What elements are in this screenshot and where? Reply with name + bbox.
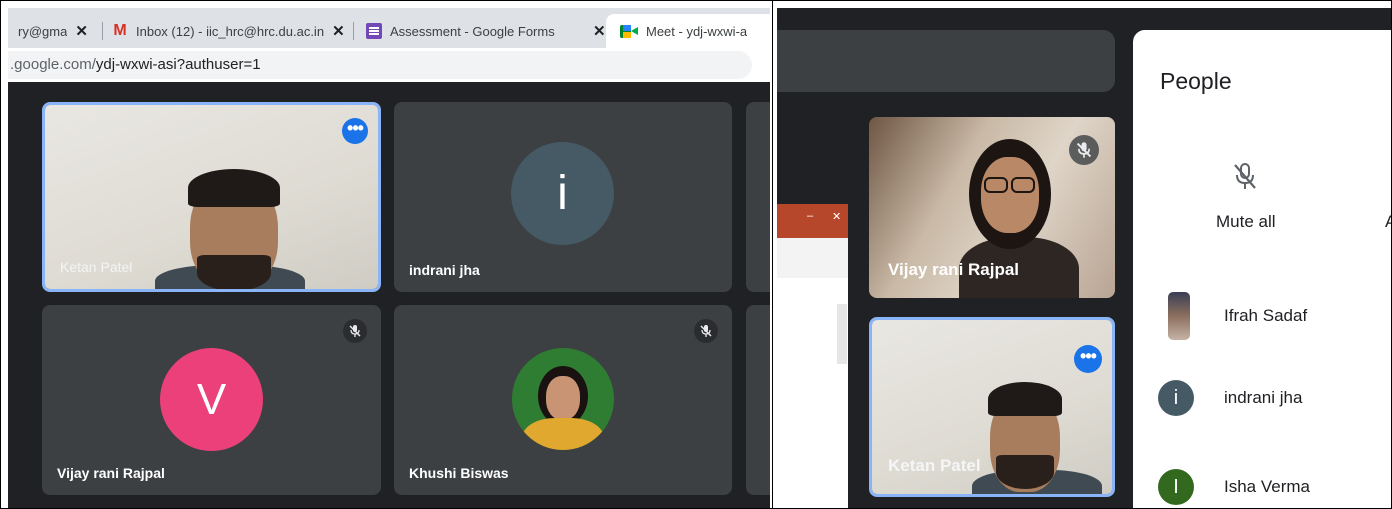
profile-photo-avatar xyxy=(512,348,614,450)
tab-separator xyxy=(353,22,354,40)
close-tab-icon[interactable]: ✕ xyxy=(332,22,345,40)
google-meet-icon xyxy=(620,24,638,38)
tab-label: ry@gma xyxy=(18,23,68,39)
participant-name: Isha Verma xyxy=(1224,477,1310,496)
mic-off-icon xyxy=(694,319,718,343)
tab-label: Inbox (12) - iic_hrc@hrc.du.ac.in xyxy=(136,23,325,39)
participant-tile-ketan-patel[interactable]: ••• Ketan Patel xyxy=(42,102,381,292)
participant-tile-vijay-rani-rajpal[interactable]: Vijay rani Rajpal xyxy=(869,117,1115,298)
participant-list-item[interactable]: i indrani jha xyxy=(1158,380,1392,428)
participant-name: Ketan Patel xyxy=(888,456,981,475)
tab-separator xyxy=(102,22,103,40)
participant-name: Khushi Biswas xyxy=(409,465,509,481)
close-icon[interactable]: ✕ xyxy=(832,210,841,223)
participant-list-item[interactable]: I Isha Verma xyxy=(1158,469,1392,509)
avatar: I xyxy=(1158,469,1194,505)
mic-off-icon xyxy=(1069,135,1099,165)
participant-tile-vijay-rani-rajpal[interactable]: V Vijay rani Rajpal xyxy=(42,305,381,495)
participant-name: Ketan Patel xyxy=(60,259,133,275)
right-meet-window: – ✕ Vijay rani Rajpal ••• Ketan Patel Pe… xyxy=(777,8,1392,509)
url-domain: .google.com/ xyxy=(10,56,96,73)
mute-all-button[interactable]: Mute all xyxy=(1216,212,1276,232)
url-path: ydj-wxwi-asi?authuser=1 xyxy=(95,56,261,73)
tab-forms[interactable]: Assessment - Google Forms ✕ xyxy=(366,14,606,48)
tab-label: Assessment - Google Forms xyxy=(390,23,555,39)
mic-off-icon[interactable] xyxy=(1232,162,1258,197)
participant-name: Vijay rani Rajpal xyxy=(888,260,1020,279)
address-bar: .google.com/ydj-wxwi-asi?authuser=1 xyxy=(8,48,770,82)
presentation-bar xyxy=(777,30,1115,92)
avatar: V xyxy=(160,348,263,451)
participant-name: Ifrah Sadaf xyxy=(1224,306,1308,325)
url-input[interactable]: .google.com/ydj-wxwi-asi?authuser=1 xyxy=(8,51,752,79)
participant-name: indrani jha xyxy=(1224,388,1303,407)
close-tab-icon[interactable]: ✕ xyxy=(593,22,606,40)
scrollbar[interactable] xyxy=(837,304,847,364)
tab-label: Meet - ydj-wxwi-a xyxy=(646,23,748,39)
participant-list-item[interactable]: Ifrah Sadaf xyxy=(1158,292,1392,340)
avatar xyxy=(1168,292,1190,340)
tab-meet[interactable]: Meet - ydj-wxwi-a xyxy=(606,14,770,48)
people-panel: People Mute all A Ifrah Sadaf i indrani … xyxy=(1133,30,1392,509)
browser-tab-bar: ry@gma ✕ M Inbox (12) - iic_hrc@hrc.du.a… xyxy=(8,8,770,48)
background-app-window: – ✕ xyxy=(777,204,848,509)
participant-name: indrani jha xyxy=(409,262,480,278)
google-forms-icon xyxy=(366,23,382,39)
more-options-icon[interactable]: ••• xyxy=(1074,345,1102,373)
truncated-action-label[interactable]: A xyxy=(1385,212,1392,232)
avatar: i xyxy=(511,142,614,245)
more-options-icon[interactable]: ••• xyxy=(342,118,368,144)
panel-title: People xyxy=(1160,68,1232,94)
participant-tile-ketan-patel[interactable]: ••• Ketan Patel xyxy=(869,317,1115,497)
minimize-icon[interactable]: – xyxy=(807,210,813,222)
gmail-icon: M xyxy=(113,22,127,39)
mic-off-icon xyxy=(343,319,367,343)
participant-tile-khushi-biswas[interactable]: Khushi Biswas xyxy=(394,305,732,495)
tab-email[interactable]: ry@gma ✕ xyxy=(18,14,88,48)
participant-tile-indrani-jha[interactable]: i indrani jha xyxy=(394,102,732,292)
panel-divider xyxy=(772,0,773,509)
partial-tile xyxy=(746,102,770,292)
avatar: i xyxy=(1158,380,1194,416)
tab-inbox[interactable]: M Inbox (12) - iic_hrc@hrc.du.ac.in ✕ xyxy=(112,14,345,48)
participant-name: Vijay rani Rajpal xyxy=(57,465,165,481)
left-meet-window: ry@gma ✕ M Inbox (12) - iic_hrc@hrc.du.a… xyxy=(8,8,770,509)
close-tab-icon[interactable]: ✕ xyxy=(75,22,88,40)
partial-tile xyxy=(746,305,770,495)
